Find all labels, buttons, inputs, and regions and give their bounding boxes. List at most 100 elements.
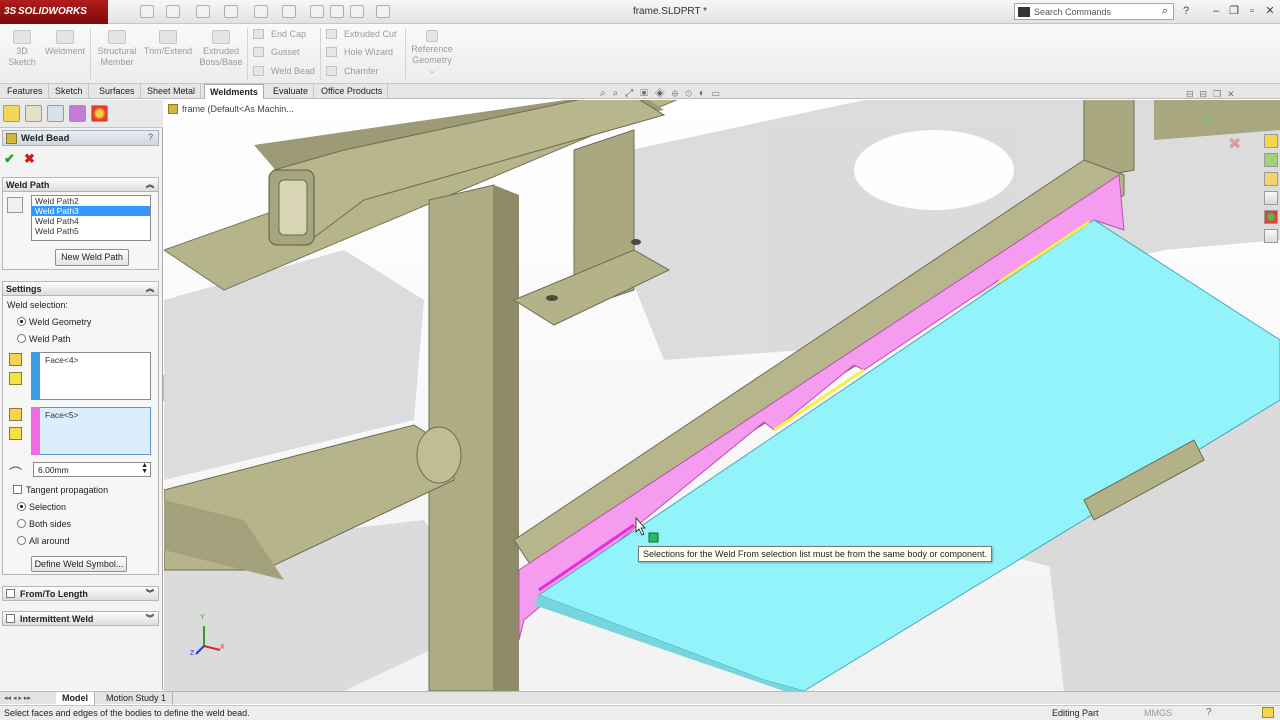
solidworks-resources-icon[interactable] bbox=[1264, 134, 1278, 148]
checkbox-icon[interactable] bbox=[6, 614, 15, 623]
tab-evaluate[interactable]: Evaluate bbox=[268, 84, 315, 99]
intermittent-weld-group-header[interactable]: Intermittent Weld ︾ bbox=[2, 611, 159, 626]
undo-icon[interactable] bbox=[254, 5, 268, 18]
solidworks-logo[interactable]: 3S SOLIDWORKS bbox=[0, 0, 108, 24]
confirm-corner-ok-icon[interactable]: ✔ bbox=[1200, 110, 1213, 130]
extruded-boss-button[interactable]: Extruded Boss/Base bbox=[196, 30, 246, 68]
confirm-corner-cancel-icon[interactable]: ✖ bbox=[1228, 134, 1241, 154]
property-manager-title: Weld Bead bbox=[21, 133, 70, 144]
feature-manager-tab-icon[interactable] bbox=[3, 105, 20, 122]
save-icon[interactable] bbox=[196, 5, 210, 18]
hole-wizard-button[interactable]: Hole Wizard bbox=[322, 44, 402, 60]
close-icon[interactable]: ✕ bbox=[1262, 4, 1278, 19]
weld-path-list[interactable]: Weld Path2 Weld Path3 Weld Path4 Weld Pa… bbox=[31, 195, 151, 241]
settings-group: Weld selection: Weld Geometry Weld Path … bbox=[2, 296, 159, 575]
both-sides-radio[interactable]: Both sides bbox=[17, 519, 71, 529]
ribbon-separator bbox=[247, 28, 248, 80]
list-item[interactable]: Weld Path4 bbox=[32, 216, 150, 226]
tab-weldments[interactable]: Weldments bbox=[204, 84, 264, 99]
tab-sketch[interactable]: Sketch bbox=[50, 84, 89, 99]
tangent-propagation-checkbox[interactable]: Tangent propagation bbox=[13, 485, 108, 495]
scroll-tabs-icons[interactable]: ◂◂ ◂ ▸ ▸▸ bbox=[4, 694, 31, 702]
all-around-radio[interactable]: All around bbox=[17, 536, 70, 546]
expand-icon[interactable]: ︾ bbox=[146, 613, 154, 624]
property-manager-tab-icon[interactable] bbox=[25, 105, 42, 122]
print-icon[interactable] bbox=[224, 5, 238, 18]
search-icon[interactable]: ⌕ bbox=[1162, 5, 1168, 18]
weld-from-selection-box[interactable]: Face<4> bbox=[31, 352, 151, 400]
search-commands-input[interactable]: Search Commands ⌕ bbox=[1014, 3, 1174, 20]
collapse-icon[interactable]: ︽ bbox=[146, 179, 154, 190]
from-to-length-group-header[interactable]: From/To Length ︾ bbox=[2, 586, 159, 601]
list-item[interactable]: Weld Path5 bbox=[32, 226, 150, 236]
checkbox-icon[interactable] bbox=[6, 589, 15, 598]
viewport-window-controls[interactable]: ⊟⊟❐✕ bbox=[1186, 89, 1241, 100]
heads-up-toolbar[interactable]: ⌕⌕⤢▣◈⊕⊙◐▭ bbox=[600, 88, 727, 99]
open-icon[interactable] bbox=[166, 5, 180, 18]
ok-icon[interactable]: ✔ bbox=[4, 151, 15, 167]
options-icon[interactable] bbox=[350, 5, 364, 18]
tab-motion-study[interactable]: Motion Study 1 bbox=[100, 692, 174, 705]
extruded-cut-button[interactable]: Extruded Cut bbox=[322, 26, 402, 42]
configuration-manager-tab-icon[interactable] bbox=[47, 105, 64, 122]
view-palette-icon[interactable] bbox=[1264, 191, 1278, 205]
cancel-icon[interactable]: ✖ bbox=[24, 151, 35, 167]
weld-bead-button[interactable]: Weld Bead bbox=[249, 63, 319, 79]
rebuild-icon[interactable] bbox=[310, 5, 324, 18]
filter-icon[interactable] bbox=[376, 5, 390, 18]
bead-size-input[interactable]: 6.00mm ▲ ▼ bbox=[33, 462, 151, 477]
design-library-icon[interactable] bbox=[1264, 153, 1278, 167]
appearances-icon[interactable] bbox=[1264, 210, 1278, 224]
file-explorer-icon[interactable] bbox=[1264, 172, 1278, 186]
define-weld-symbol-button[interactable]: Define Weld Symbol... bbox=[31, 556, 127, 572]
collapse-icon[interactable]: ︽ bbox=[146, 283, 154, 294]
reference-triad: Y X Z bbox=[190, 614, 225, 657]
weld-to-selection-box[interactable]: Face<5> bbox=[31, 407, 151, 455]
chamfer-button[interactable]: Chamfer bbox=[322, 63, 402, 79]
help-icon[interactable]: ? bbox=[1178, 4, 1194, 19]
restore-icon[interactable]: ❐ bbox=[1226, 4, 1242, 19]
custom-properties-icon[interactable] bbox=[1264, 229, 1278, 243]
graphics-area[interactable]: frame (Default<As Machin... ✔ ✖ Selectio… bbox=[164, 100, 1280, 691]
selection-radio[interactable]: Selection bbox=[17, 502, 66, 512]
weld-path-group: Weld Path2 Weld Path3 Weld Path4 Weld Pa… bbox=[2, 192, 159, 270]
file-properties-icon[interactable] bbox=[330, 5, 344, 18]
weld-path-radio[interactable]: Weld Path bbox=[17, 334, 70, 344]
weld-bead-icon bbox=[253, 66, 264, 76]
display-manager-tab-icon[interactable] bbox=[91, 105, 108, 122]
dimxpert-manager-tab-icon[interactable] bbox=[69, 105, 86, 122]
feature-tree-breadcrumb[interactable]: frame (Default<As Machin... bbox=[168, 104, 294, 114]
tab-model[interactable]: Model bbox=[56, 692, 95, 705]
gusset-button[interactable]: Gusset bbox=[249, 44, 319, 60]
weld-geometry-radio[interactable]: Weld Geometry bbox=[17, 317, 91, 327]
3d-sketch-button[interactable]: 3D Sketch bbox=[4, 30, 40, 68]
spinner-icon[interactable]: ▲ ▼ bbox=[141, 462, 148, 475]
tab-surfaces[interactable]: Surfaces bbox=[94, 84, 141, 99]
property-manager-panel: Weld Bead ? ✔ ✖ Weld Path ︽ Weld Path2 We… bbox=[0, 100, 163, 690]
tab-sheet-metal[interactable]: Sheet Metal bbox=[142, 84, 202, 99]
minimize-icon[interactable]: – bbox=[1208, 4, 1224, 19]
checkbox-icon bbox=[13, 485, 22, 494]
end-cap-button[interactable]: End Cap bbox=[249, 26, 319, 42]
new-document-icon[interactable] bbox=[140, 5, 154, 18]
status-units[interactable]: MMGS bbox=[1144, 708, 1172, 718]
tab-office-products[interactable]: Office Products bbox=[316, 84, 389, 99]
maximize-icon[interactable]: ▫ bbox=[1244, 4, 1260, 19]
reference-geometry-button[interactable]: Reference Geometry ⌄ bbox=[408, 30, 456, 77]
new-weld-path-button[interactable]: New Weld Path bbox=[55, 249, 129, 266]
settings-group-header[interactable]: Settings ︽ bbox=[2, 281, 159, 296]
weld-path-group-header[interactable]: Weld Path ︽ bbox=[2, 177, 159, 192]
select-icon[interactable] bbox=[282, 5, 296, 18]
expand-icon[interactable]: ︾ bbox=[146, 588, 154, 599]
list-item[interactable]: Weld Path3 bbox=[32, 206, 150, 216]
tab-features[interactable]: Features bbox=[2, 84, 49, 99]
trim-extend-button[interactable]: Trim/Extend bbox=[142, 30, 194, 57]
rebuild-icon[interactable] bbox=[1262, 707, 1274, 718]
weldment-button[interactable]: Weldment bbox=[42, 30, 88, 57]
help-icon[interactable]: ? bbox=[148, 132, 153, 142]
manager-tabs bbox=[0, 100, 163, 128]
weld-to-icon bbox=[9, 408, 22, 421]
help-icon[interactable]: ? bbox=[1206, 707, 1212, 718]
list-item[interactable]: Weld Path2 bbox=[32, 196, 150, 206]
structural-member-button[interactable]: Structural Member bbox=[94, 30, 140, 68]
